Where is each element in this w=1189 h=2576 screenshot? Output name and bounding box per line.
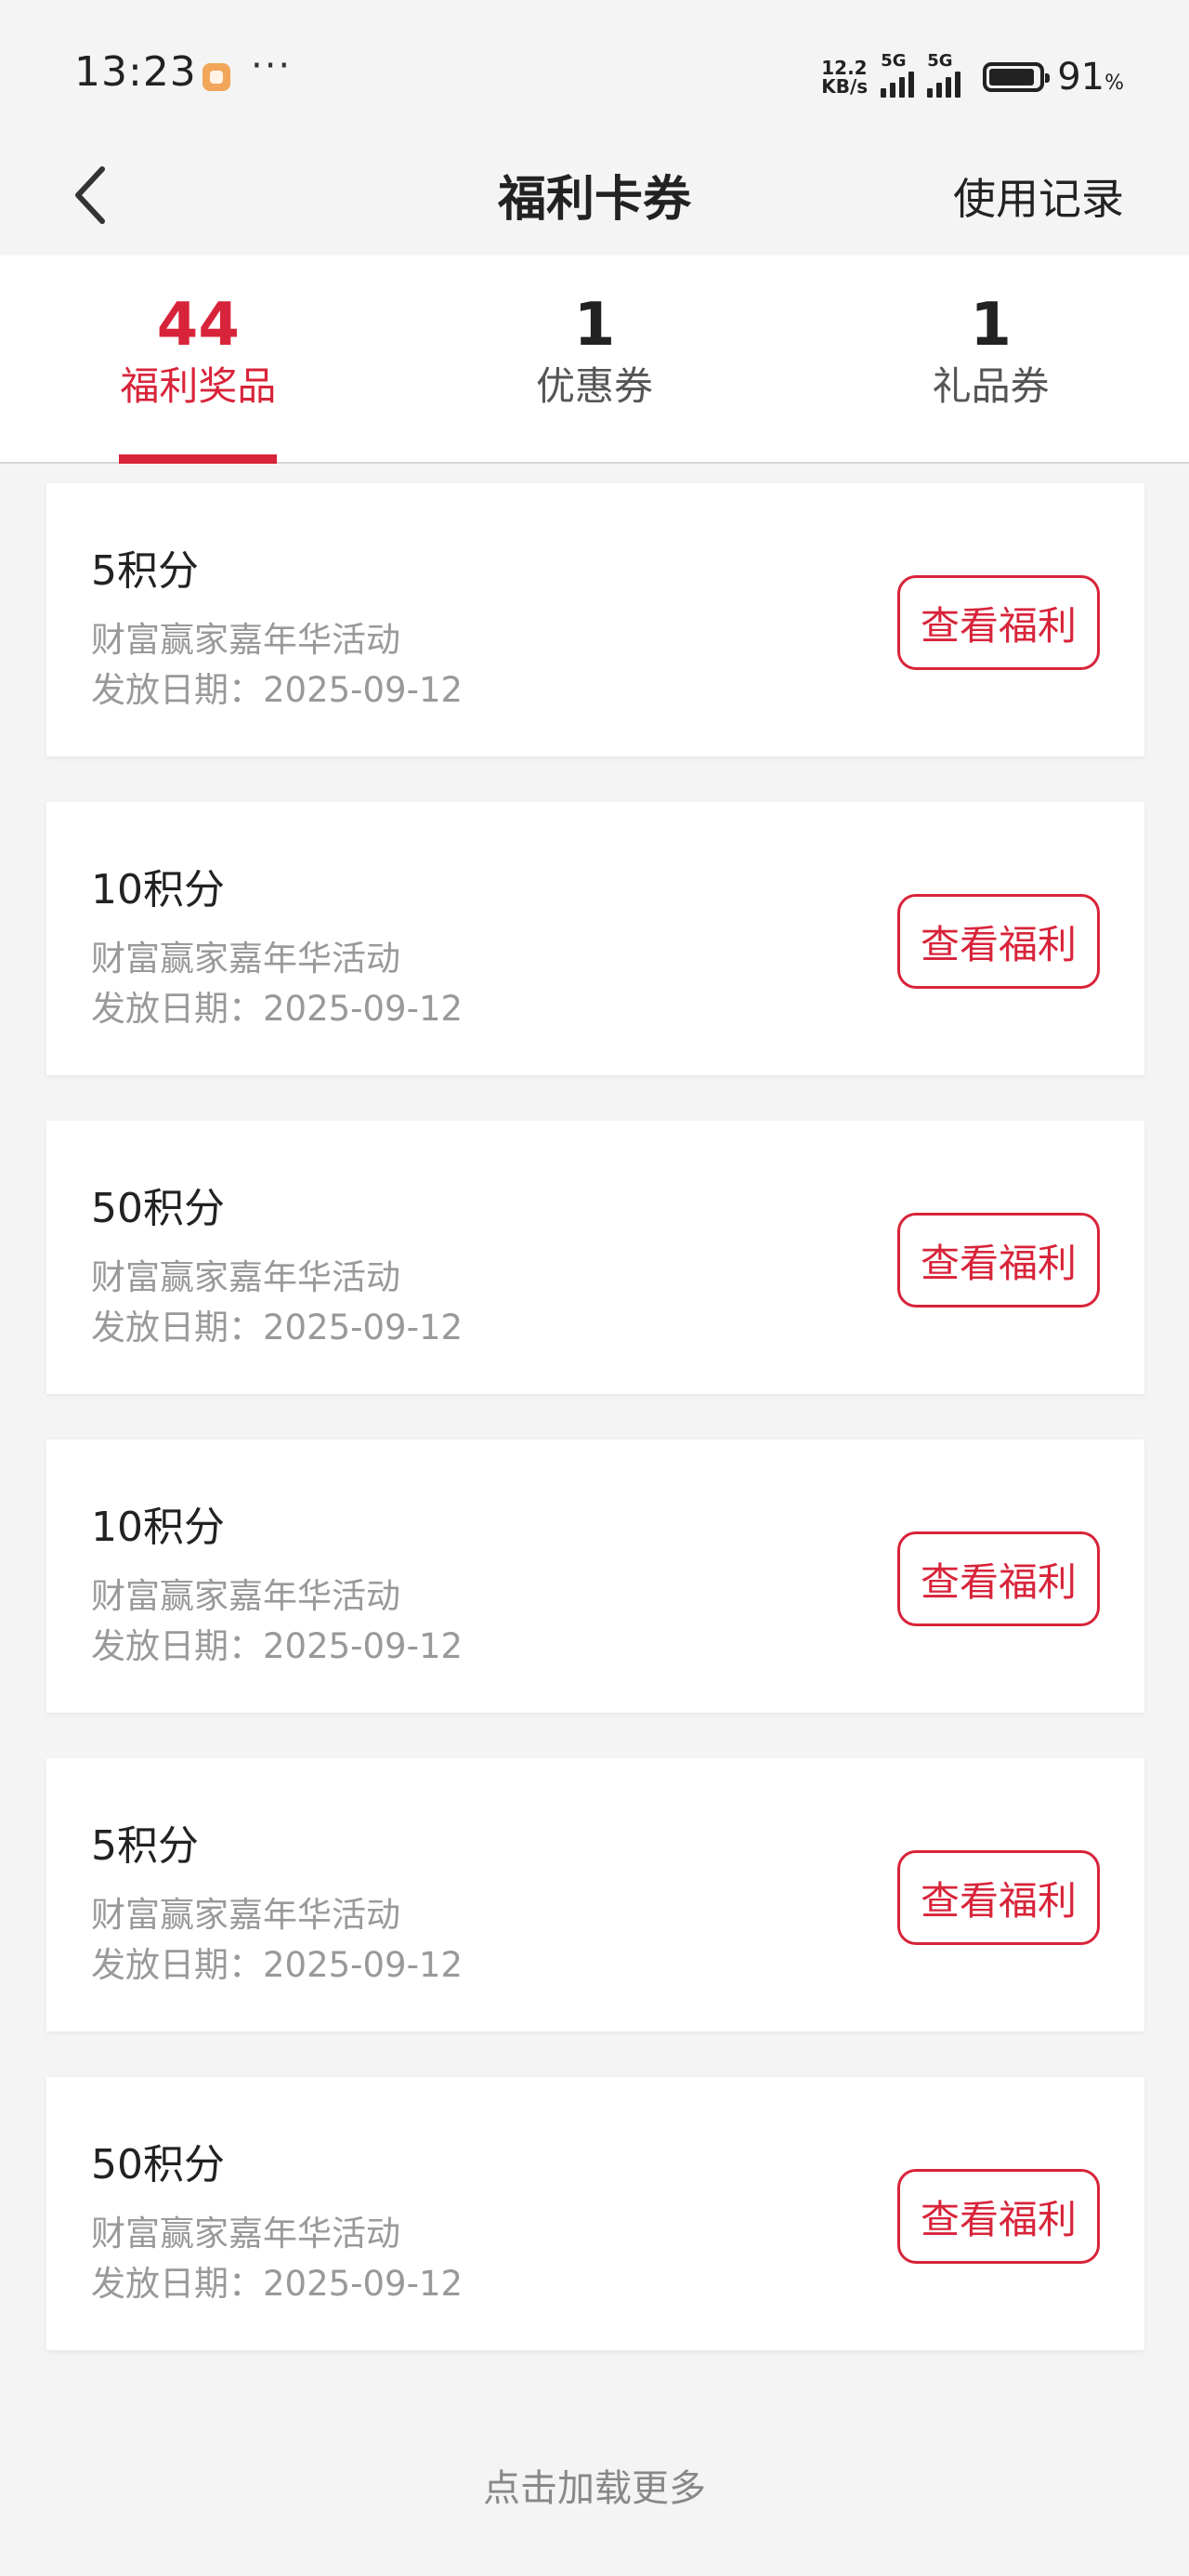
welfare-issue-date: 发放日期：2025-09-12 (91, 670, 464, 710)
view-welfare-button[interactable]: 查看福利 (897, 894, 1100, 989)
welfare-title: 50积分 (91, 2141, 225, 2188)
tab-label: 优惠券 (536, 363, 654, 409)
signal-type-label: 5G (881, 51, 907, 71)
list-item: 5积分 财富赢家嘉年华活动 发放日期：2025-09-12 查看福利 (46, 1758, 1144, 2031)
welfare-event: 财富赢家嘉年华活动 (91, 1895, 400, 1935)
welfare-event: 财富赢家嘉年华活动 (91, 1576, 400, 1616)
welfare-title: 10积分 (91, 866, 225, 913)
usage-record-link[interactable]: 使用记录 (953, 165, 1124, 227)
view-welfare-button[interactable]: 查看福利 (897, 1531, 1100, 1626)
tab-bar: 44 福利奖品 1 优惠券 1 礼品券 (0, 256, 1189, 464)
load-more-button[interactable]: 点击加载更多 (0, 2458, 1189, 2512)
tab-count: 1 (970, 291, 1012, 360)
view-welfare-button[interactable]: 查看福利 (897, 575, 1100, 670)
network-speed: 12.2 KB/s (821, 59, 868, 96)
welfare-event: 财富赢家嘉年华活动 (91, 620, 400, 660)
list-item: 10积分 财富赢家嘉年华活动 发放日期：2025-09-12 查看福利 (46, 802, 1144, 1075)
tab-count: 1 (573, 291, 616, 360)
signal-type-label-2: 5G (927, 51, 953, 71)
tab-label: 礼品券 (932, 363, 1050, 409)
status-time: 13:23 (74, 48, 197, 96)
view-welfare-button[interactable]: 查看福利 (897, 1213, 1100, 1308)
active-tab-indicator (119, 454, 278, 464)
tab-label: 福利奖品 (120, 363, 277, 409)
signal-strength-icon: 5G (881, 51, 915, 98)
welfare-title: 10积分 (91, 1504, 225, 1551)
welfare-list: 5积分 财富赢家嘉年华活动 发放日期：2025-09-12 查看福利 10积分 … (46, 483, 1144, 2396)
welfare-title: 5积分 (91, 1822, 199, 1870)
tab-count: 44 (156, 291, 240, 360)
welfare-event: 财富赢家嘉年华活动 (91, 1257, 400, 1297)
list-item: 10积分 财富赢家嘉年华活动 发放日期：2025-09-12 查看福利 (46, 1439, 1144, 1713)
welfare-issue-date: 发放日期：2025-09-12 (91, 1308, 464, 1347)
signal-strength-icon-2: 5G (927, 51, 961, 98)
list-item: 50积分 财富赢家嘉年华活动 发放日期：2025-09-12 查看福利 (46, 1121, 1144, 1394)
network-speed-value: 12.2 (821, 57, 868, 79)
status-indicators: 12.2 KB/s 5G 5G 91% (821, 51, 1124, 100)
welfare-event: 财富赢家嘉年华活动 (91, 939, 400, 979)
app-notification-icon (203, 63, 230, 91)
more-notifications-icon: ··· (251, 45, 293, 87)
welfare-title: 5积分 (91, 547, 199, 595)
welfare-title: 50积分 (91, 1185, 225, 1232)
network-speed-unit: KB/s (821, 75, 869, 98)
tab-welfare-prizes[interactable]: 44 福利奖品 (0, 256, 397, 464)
tab-coupons[interactable]: 1 优惠券 (397, 256, 793, 462)
battery-icon (983, 62, 1051, 92)
view-welfare-button[interactable]: 查看福利 (897, 1850, 1100, 1945)
welfare-issue-date: 发放日期：2025-09-12 (91, 1626, 464, 1666)
battery-percent: 91% (1057, 56, 1124, 99)
list-item: 50积分 财富赢家嘉年华活动 发放日期：2025-09-12 查看福利 (46, 2077, 1144, 2350)
status-bar: 13:23 ··· 12.2 KB/s 5G 5G 91% (0, 0, 1189, 139)
welfare-issue-date: 发放日期：2025-09-12 (91, 1945, 464, 1985)
welfare-event: 财富赢家嘉年华活动 (91, 2214, 400, 2254)
page-header: 福利卡券 使用记录 (0, 139, 1189, 256)
tab-gift-vouchers[interactable]: 1 礼品券 (792, 256, 1189, 462)
welfare-issue-date: 发放日期：2025-09-12 (91, 2264, 464, 2304)
welfare-issue-date: 发放日期：2025-09-12 (91, 989, 464, 1029)
list-item: 5积分 财富赢家嘉年华活动 发放日期：2025-09-12 查看福利 (46, 483, 1144, 756)
battery-fill (989, 69, 1034, 85)
view-welfare-button[interactable]: 查看福利 (897, 2169, 1100, 2264)
